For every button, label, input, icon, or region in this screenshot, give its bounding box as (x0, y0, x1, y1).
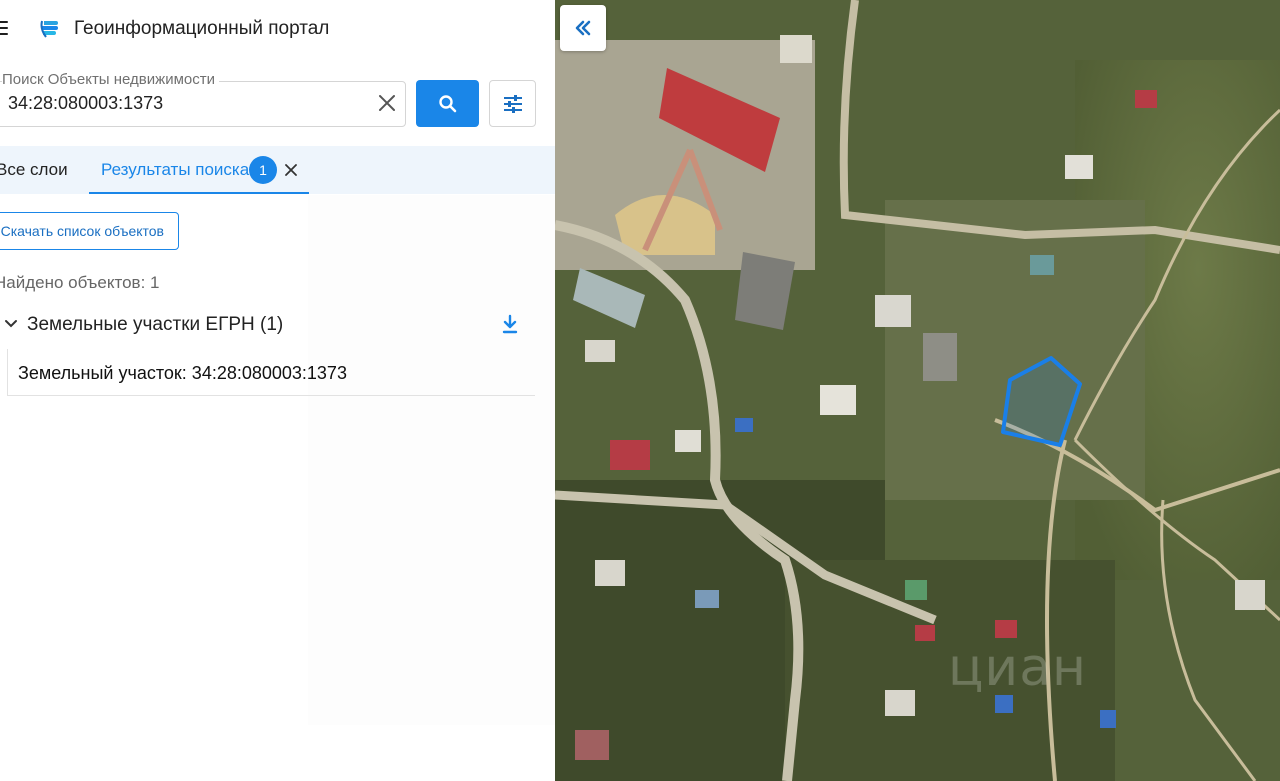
tab-all-layers[interactable]: Все слои (0, 160, 68, 180)
group-title[interactable]: Земельные участки ЕГРН (1) (27, 314, 283, 336)
found-count: Найдено объектов: 1 (0, 273, 160, 292)
collapse-panel-button[interactable] (560, 5, 606, 51)
download-icon (502, 314, 518, 334)
panel-background (308, 195, 555, 725)
close-results-tab-button[interactable] (282, 159, 300, 181)
satellite-imagery (555, 0, 1280, 781)
clear-search-button[interactable] (375, 91, 399, 115)
search-button[interactable] (416, 80, 479, 127)
sidebar-panel: Геоинформационный портал Поиск Объекты н… (0, 0, 555, 781)
hamburger-menu-icon[interactable] (0, 18, 10, 38)
group-download-button[interactable] (499, 312, 521, 336)
portal-logo-icon (40, 20, 58, 38)
result-item-label[interactable]: Земельный участок: 34:28:080003:1373 (18, 362, 347, 384)
close-icon (285, 164, 297, 176)
sliders-icon (503, 94, 522, 113)
chevron-down-icon[interactable] (3, 316, 19, 332)
app-title: Геоинформационный портал (74, 18, 330, 39)
search-legend: Поиск Объекты недвижимости (2, 71, 219, 89)
search-icon (438, 94, 456, 112)
double-chevron-left-icon (575, 20, 591, 36)
results-count-badge: 1 (249, 156, 277, 184)
download-list-button[interactable]: Скачать список объектов (0, 212, 179, 250)
tab-search-results-label[interactable]: Результаты поиска (101, 160, 249, 180)
close-icon (379, 95, 395, 111)
filter-button[interactable] (489, 80, 536, 127)
map-view[interactable] (555, 0, 1280, 781)
search-input[interactable] (8, 90, 368, 116)
